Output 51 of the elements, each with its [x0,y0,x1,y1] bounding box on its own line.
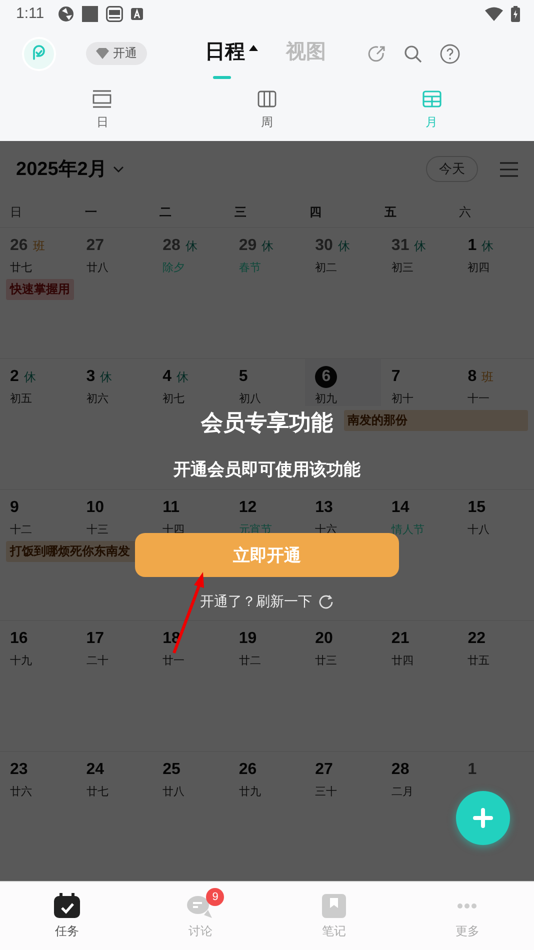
holiday-tag: 班 [32,238,45,255]
holiday-tag: 休 [414,238,426,255]
lunar-date: 廿九 [238,785,262,800]
holiday-tag: 休 [262,238,274,255]
lunar-date: 初二 [315,260,338,276]
unread-count-badge: 9 [206,888,224,906]
lunar-date: 廿三 [315,654,338,668]
lunar-date: 廿五 [468,654,491,668]
weekday-label: 一 [84,204,98,221]
weekday-label: 六 [459,204,472,221]
lunar-date: 廿二 [238,654,262,668]
lunar-date: 初七 [162,392,186,406]
lunar-date: 二十 [86,654,110,668]
lunar-date: 十八 [468,523,491,538]
lunar-date: 廿七 [86,785,110,800]
holiday-tag: 班 [482,368,494,386]
weekday-label: 四 [309,204,322,221]
lunar-date: 十九 [10,654,33,668]
paywall-subtitle: 开通会员即可使用该功能 [174,459,360,482]
lunar-date: 初八 [238,392,262,406]
holiday-tag: 休 [482,238,494,255]
lunar-date: 初九 [315,392,338,406]
holiday-tag: 休 [185,238,198,255]
status-time: 1:11 [16,5,44,22]
holiday-tag: 休 [100,368,112,386]
paywall-title: 会员专享功能 [201,409,333,438]
lunar-date: 初五 [10,392,33,406]
lunar-date: 廿四 [391,654,414,668]
lunar-date: 廿一 [162,654,186,668]
lunar-date: 廿八 [162,785,186,800]
holiday-tag: 休 [176,368,188,386]
lunar-date: 十一 [468,392,491,406]
lunar-date: 初六 [86,392,110,406]
weekday-label: 三 [234,204,248,221]
lunar-date: 十三 [86,523,110,538]
lunar-date: 初十 [391,392,414,406]
holiday-tag: 休 [24,368,36,386]
lunar-date: 三十 [315,785,338,800]
lunar-date: 廿六 [10,784,33,800]
lunar-date: 二月 [391,785,414,800]
holiday-tag: 休 [338,238,350,255]
lunar-date: 廿七 [10,261,33,276]
lunar-date: 春节 [238,261,262,276]
lunar-date: 初三 [391,260,414,276]
lunar-date: 廿八 [86,261,110,276]
lunar-date: 十二 [10,523,33,538]
weekday-label: 五 [384,204,398,221]
weekday-label: 二 [160,204,173,221]
lunar-date: 除夕 [162,261,186,276]
weekday-label: 日 [10,204,23,221]
lunar-date: 初四 [468,260,491,276]
